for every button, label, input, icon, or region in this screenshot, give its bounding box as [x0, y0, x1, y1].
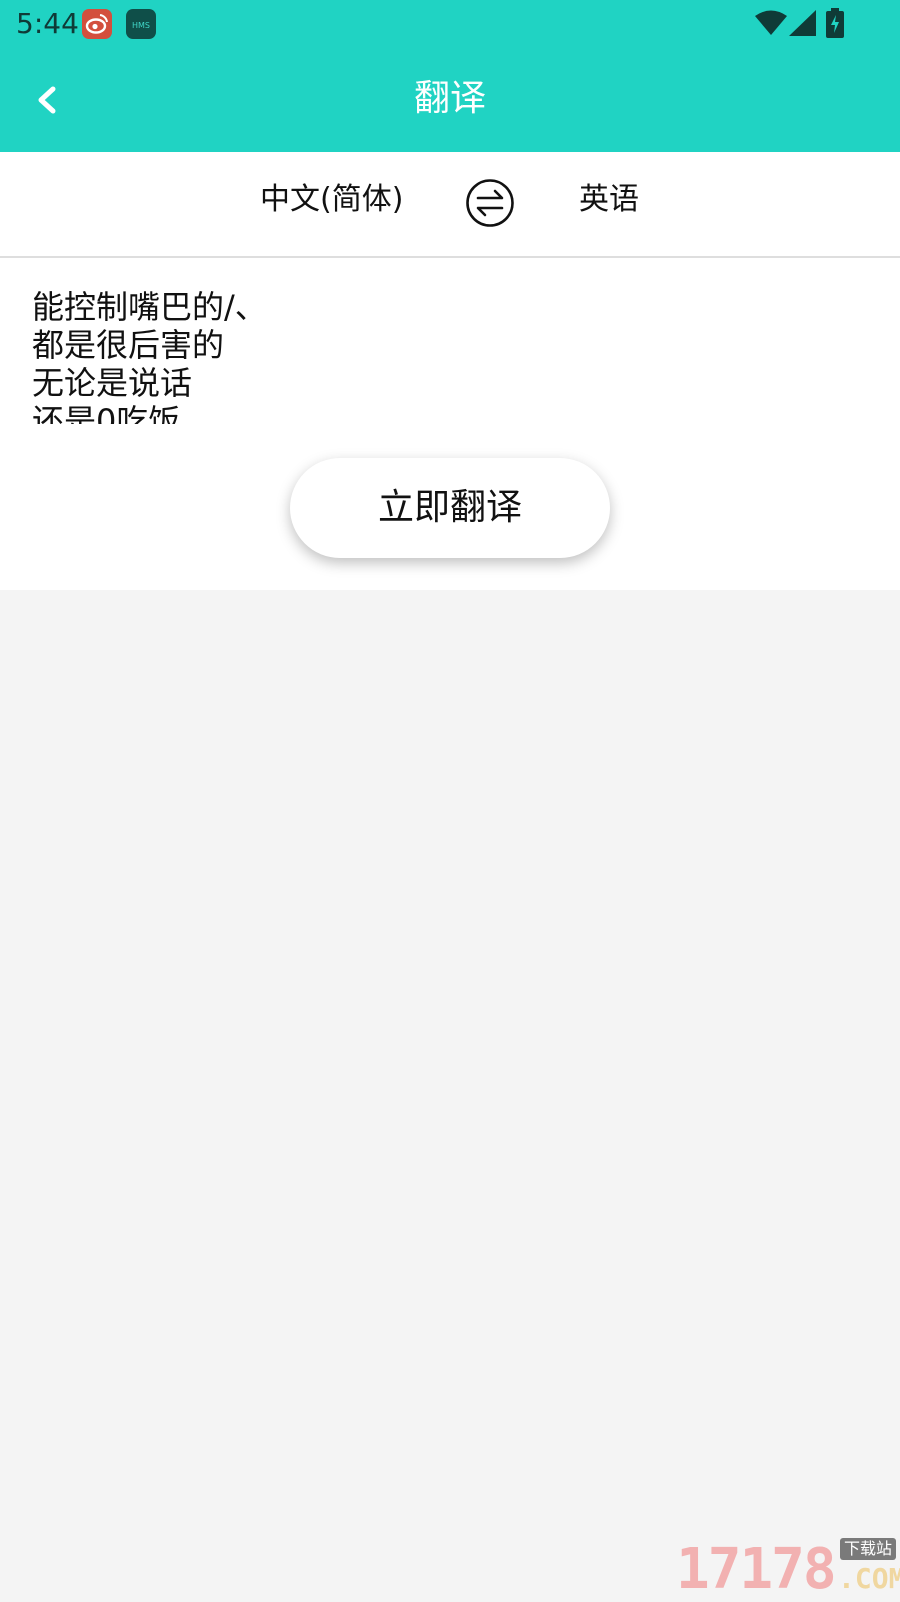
cell-signal-icon: [789, 10, 816, 36]
wifi-icon: [755, 10, 787, 35]
language-bar: 中文(简体) 英语: [0, 152, 900, 258]
watermark-logo: 17178 下载站 .COM: [676, 1538, 900, 1600]
app-bar: 5:44 HMS 翻译: [0, 0, 900, 152]
battery-charging-icon: [826, 8, 844, 38]
weibo-notification-icon: [82, 9, 112, 39]
source-language-selector[interactable]: 中文(简体): [260, 180, 403, 220]
swap-languages-button[interactable]: [465, 178, 515, 228]
watermark-suffix: .COM: [838, 1562, 900, 1595]
watermark-number: 17178: [676, 1537, 837, 1602]
page-title: 翻译: [413, 78, 486, 119]
translate-button[interactable]: 立即翻译: [290, 458, 610, 558]
hms-notification-icon: HMS: [126, 9, 156, 39]
hms-label: HMS: [132, 21, 150, 30]
watermark-tag: 下载站: [840, 1538, 897, 1560]
source-text-input[interactable]: 能控制嘴巴的/、 都是很后害的 无论是说话 还是0吃饭: [32, 288, 852, 424]
status-time: 5:44: [16, 7, 79, 40]
target-language-selector[interactable]: 英语: [579, 180, 639, 220]
